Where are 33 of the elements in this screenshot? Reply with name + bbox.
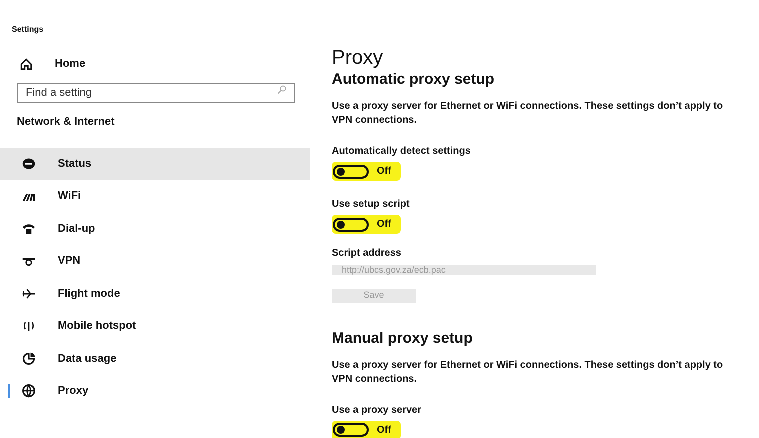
phone-icon (22, 222, 36, 236)
nav-item[interactable]: Dial-up (0, 212, 310, 245)
pie-chart-icon (22, 352, 36, 366)
nav-item[interactable]: Flight mode (0, 278, 310, 310)
setting-label: Use setup script (332, 198, 411, 212)
nav-item[interactable]: Mobile hotspot (0, 310, 310, 342)
globe-icon (22, 384, 36, 398)
nav-item[interactable]: VPN (0, 245, 310, 278)
toggle-state: Off (377, 218, 392, 232)
search-icon (277, 85, 287, 95)
plane-icon (22, 286, 36, 301)
section-heading: Automatic proxy setup (332, 70, 496, 90)
toggle-switch[interactable] (333, 423, 369, 437)
toggle-state: Off (377, 424, 392, 438)
toggle-state: Off (377, 165, 392, 179)
toggle-switch[interactable] (333, 218, 369, 232)
nav-item[interactable]: Status (0, 148, 310, 180)
toggle-switch[interactable] (333, 164, 369, 178)
description: Use a proxy server for Ethernet or WiFi connections. These settings don’t apply to VPN connections. (332, 100, 724, 128)
setting-label: Script address (332, 247, 402, 261)
description: Use a proxy server for Ethernet or WiFi connections. These settings don’t apply to VPN connections. (332, 358, 724, 386)
nav-item[interactable]: WiFi (0, 180, 310, 212)
home-icon (20, 58, 33, 70)
nav-item[interactable]: Proxy (0, 375, 310, 408)
section-heading: Manual proxy setup (332, 328, 474, 348)
search-field[interactable]: Find a setting (17, 83, 295, 103)
setting-label: Automatically detect settings (332, 145, 472, 159)
window-title: Settings (11, 24, 45, 36)
page-title: Proxy (332, 46, 384, 70)
home-link[interactable]: Home (55, 56, 86, 72)
setting-label: Use a proxy server (332, 404, 423, 418)
nav-item[interactable]: Data usage (0, 342, 310, 375)
section-heading: Network & Internet (16, 115, 116, 130)
